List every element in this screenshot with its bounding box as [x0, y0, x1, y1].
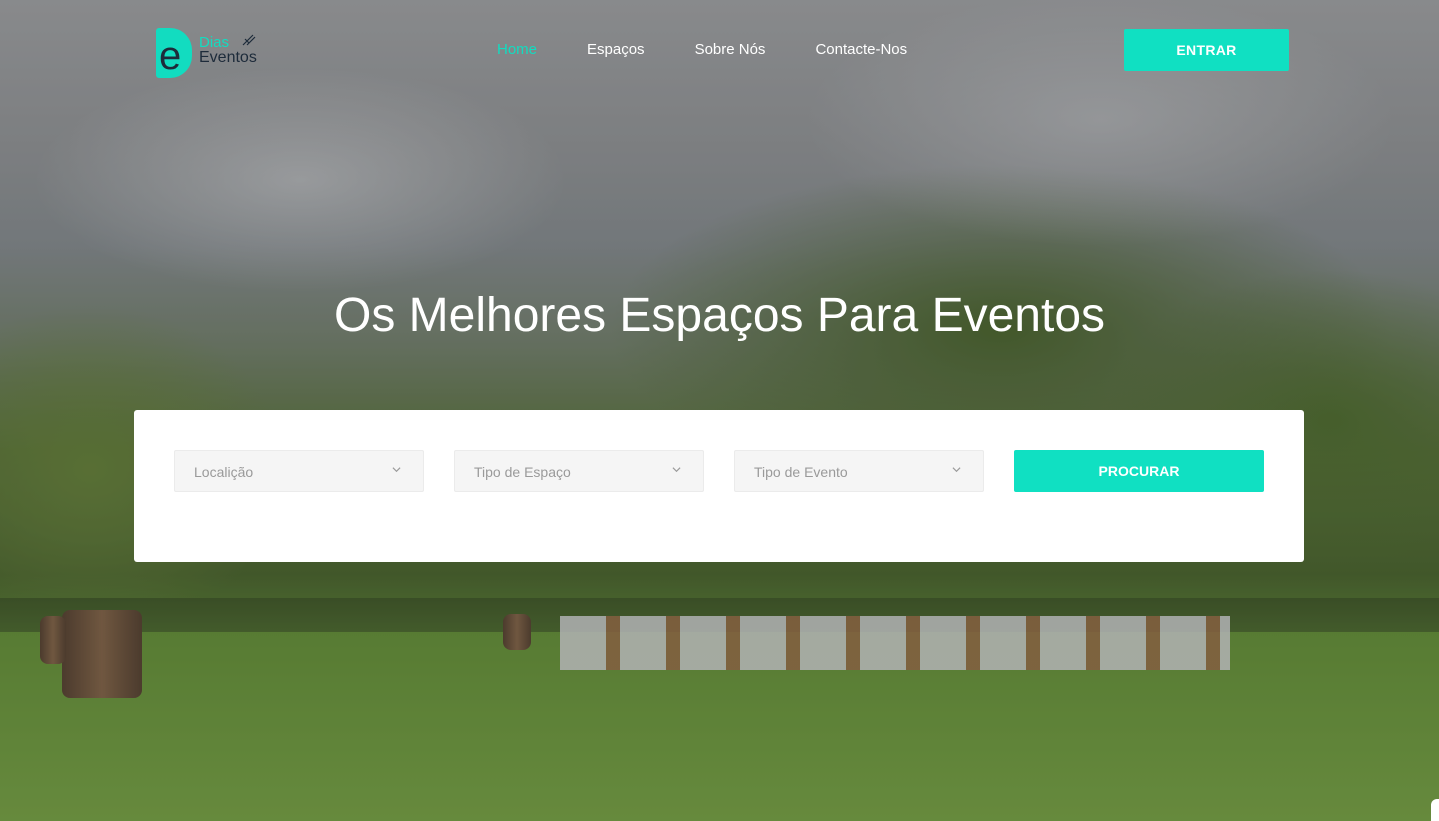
nav-item-espacos[interactable]: Espaços — [587, 41, 645, 59]
location-select[interactable]: Localição — [174, 450, 424, 492]
event-type-select-placeholder: Tipo de Evento — [754, 464, 848, 480]
space-type-select-placeholder: Tipo de Espaço — [474, 464, 571, 480]
chevron-down-icon — [392, 467, 401, 473]
search-panel: Localição Tipo de Espaço Tipo de Evento … — [134, 410, 1304, 562]
nav-item-contacte-nos[interactable]: Contacte-Nos — [815, 41, 907, 59]
brand-logo[interactable]: e Dias Eventos — [156, 28, 276, 80]
space-type-select[interactable]: Tipo de Espaço — [454, 450, 704, 492]
brand-name-line2: Eventos — [199, 49, 257, 66]
chevron-down-icon — [952, 467, 961, 473]
location-select-placeholder: Localição — [194, 464, 254, 480]
event-type-select[interactable]: Tipo de Evento — [734, 450, 984, 492]
nav-item-sobre-nos[interactable]: Sobre Nós — [695, 41, 766, 59]
hero-section: e Dias Eventos Home Espaços Sobre Nós Co… — [0, 0, 1439, 821]
nav-item-home[interactable]: Home — [497, 41, 537, 59]
sparkle-icon — [242, 34, 256, 46]
login-button[interactable]: ENTRAR — [1124, 29, 1289, 71]
hero-headline: Os Melhores Espaços Para Eventos — [333, 289, 1106, 342]
chevron-down-icon — [672, 467, 681, 473]
search-button[interactable]: PROCURAR — [1014, 450, 1264, 492]
scroll-top-tab[interactable] — [1431, 799, 1439, 821]
main-nav: Home Espaços Sobre Nós Contacte-Nos — [497, 41, 957, 59]
brand-logo-letter: e — [159, 34, 182, 78]
